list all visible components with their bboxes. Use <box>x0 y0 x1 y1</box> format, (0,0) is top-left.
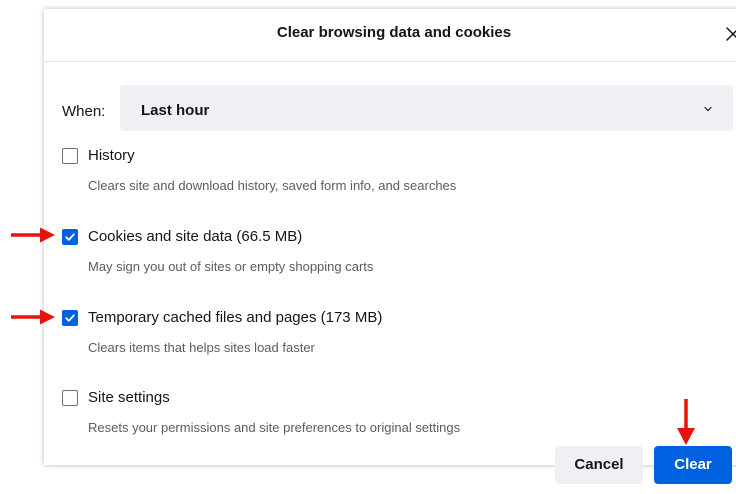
site-settings-description: Resets your permissions and site prefere… <box>88 420 461 435</box>
dialog-header: Clear browsing data and cookies <box>44 9 736 62</box>
cache-description: Clears items that helps sites load faste… <box>88 340 315 355</box>
history-description: Clears site and download history, saved … <box>88 178 457 193</box>
cache-checkbox[interactable] <box>62 310 78 326</box>
cookies-checkbox[interactable] <box>62 229 78 245</box>
red-arrow-icon <box>677 399 695 445</box>
cache-label[interactable]: Temporary cached files and pages (173 MB… <box>88 309 382 326</box>
option-cache: Temporary cached files and pages (173 MB… <box>62 309 722 370</box>
time-range-dropdown[interactable]: Last hour <box>120 85 733 131</box>
site-settings-checkbox[interactable] <box>62 390 78 406</box>
red-arrow-icon <box>11 227 55 243</box>
option-site-settings: Site settings Resets your permissions an… <box>62 389 722 450</box>
chevron-down-icon <box>704 106 712 112</box>
when-label: When: <box>62 103 106 120</box>
close-button[interactable] <box>722 23 736 45</box>
cookies-label[interactable]: Cookies and site data (66.5 MB) <box>88 228 302 245</box>
clear-button[interactable]: Clear <box>654 446 732 484</box>
option-cookies: Cookies and site data (66.5 MB) May sign… <box>62 228 722 289</box>
option-history: History Clears site and download history… <box>62 147 722 208</box>
checkmark-icon <box>65 233 75 241</box>
history-checkbox[interactable] <box>62 148 78 164</box>
close-icon <box>726 27 736 41</box>
clear-data-dialog: Clear browsing data and cookies When: La… <box>44 9 736 465</box>
dialog-title: Clear browsing data and cookies <box>276 24 512 41</box>
site-settings-label[interactable]: Site settings <box>88 389 170 406</box>
history-label[interactable]: History <box>88 147 135 164</box>
screenshot-canvas: Clear browsing data and cookies When: La… <box>0 0 736 494</box>
red-arrow-icon <box>11 309 55 325</box>
cancel-button[interactable]: Cancel <box>555 446 643 484</box>
time-range-selected-value: Last hour <box>141 102 210 119</box>
cookies-description: May sign you out of sites or empty shopp… <box>88 259 374 274</box>
checkmark-icon <box>65 314 75 322</box>
